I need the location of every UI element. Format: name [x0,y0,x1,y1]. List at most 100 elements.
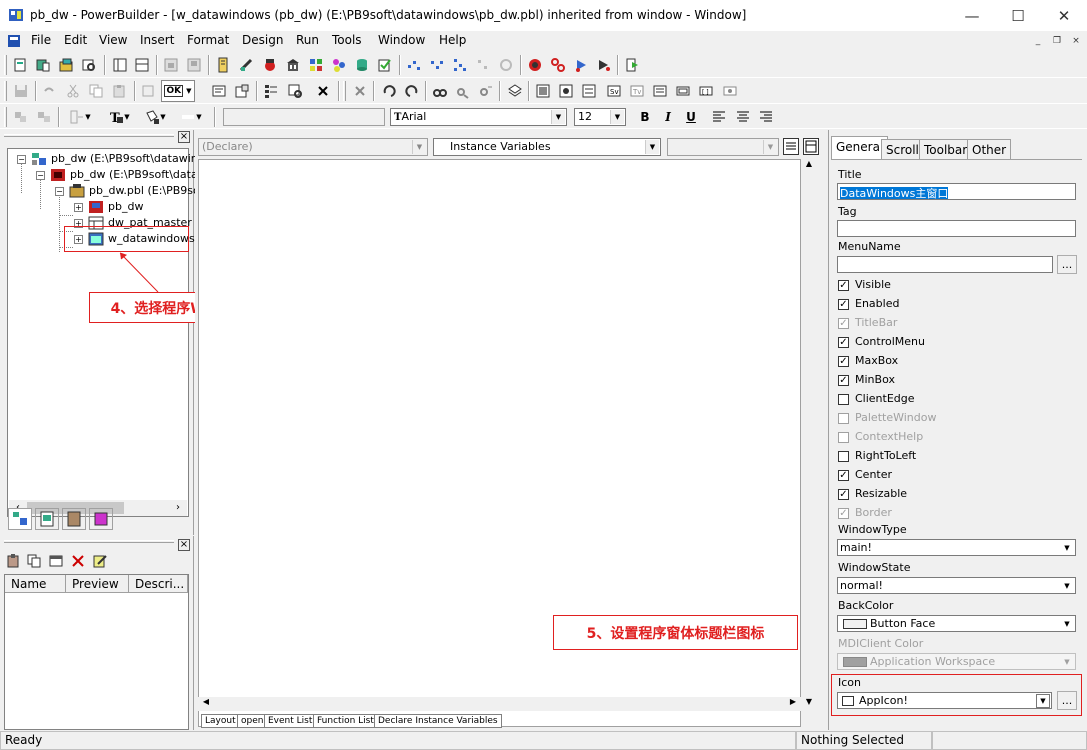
align-center-icon[interactable] [732,106,754,128]
browse-icon[interactable] [78,54,100,76]
database-icon[interactable] [351,54,373,76]
objects-icon[interactable] [305,54,327,76]
debug-icon[interactable] [259,54,281,76]
title-input[interactable]: DataWindows主窗口 [837,183,1076,200]
menuname-browse-button[interactable]: ... [1057,255,1077,274]
tab-toolbar[interactable]: Toolbar [919,139,973,160]
paste-icon[interactable] [108,80,130,102]
scroll-up-icon[interactable]: ▲ [801,159,817,173]
tab-declare-instance-variables[interactable]: Declare Instance Variables [374,714,502,728]
close-x-icon[interactable] [312,80,334,102]
run-icon[interactable] [570,54,592,76]
align-right-icon[interactable] [755,106,777,128]
tab-open[interactable]: open [237,714,268,728]
save-icon[interactable] [10,80,32,102]
backcolor-select[interactable]: Button Face ▼ [837,615,1076,632]
toolbar-grip[interactable] [4,55,7,75]
checkbox-center[interactable]: ✓ Center [838,468,958,484]
layout-icon[interactable] [109,54,131,76]
clip-edit-icon[interactable] [91,552,109,570]
tab-system-tree[interactable] [8,508,32,530]
clip-list[interactable]: Name Preview Descri... [4,574,189,730]
clip-delete-icon[interactable] [69,552,87,570]
checkbox-box[interactable] [838,451,849,462]
control-sle-icon[interactable] [672,80,694,102]
ancestor-combo[interactable]: ▼ [667,138,779,156]
checkbox-resizable[interactable]: ✓ Resizable [838,487,958,503]
menu-help[interactable]: Help [439,33,466,47]
checkbox-clientedge[interactable]: ClientEdge [838,392,958,408]
stop-deploy-icon[interactable] [472,54,494,76]
scroll-left-icon[interactable]: ◀ [199,697,213,711]
open-icon[interactable] [55,54,77,76]
column-header-description[interactable]: Descri... [129,575,188,593]
toolbar-grip[interactable] [343,81,346,101]
bold-button[interactable]: B [634,106,656,128]
powerbuilder-app-icon[interactable] [8,7,24,23]
run-window-icon[interactable] [593,54,615,76]
panel-icon[interactable] [131,54,153,76]
export-icon[interactable] [183,54,205,76]
checkbox-controlmenu[interactable]: ✓ ControlMenu [838,335,958,351]
column-header-name[interactable]: Name [5,575,66,593]
scroll-down-icon[interactable]: ▼ [801,697,817,711]
copy-icon[interactable] [85,80,107,102]
control-tv-icon[interactable]: Tv [626,80,648,102]
checkbox-box[interactable]: ✓ [838,489,849,500]
import-icon[interactable] [160,54,182,76]
checkbox-righttoleft[interactable]: RightToLeft [838,449,958,465]
panel-grip[interactable] [4,134,174,137]
editor-vertical-scrollbar[interactable]: ▲ ▼ [801,159,817,711]
control-em-icon[interactable]: [ ] [695,80,717,102]
chevron-down-icon[interactable]: ▼ [763,140,777,154]
clip-copy-icon[interactable] [25,552,43,570]
building-icon[interactable] [282,54,304,76]
menu-format[interactable]: Format [187,33,229,47]
size-dropdown[interactable]: ▼ [62,106,98,128]
checkbox-box[interactable] [838,394,849,405]
checkbox-box[interactable]: ✓ [838,280,849,291]
components-icon[interactable] [328,54,350,76]
pencil-icon[interactable] [235,54,257,76]
exit-icon[interactable] [621,54,643,76]
deploy-all-icon[interactable] [449,54,471,76]
checkbox-box[interactable]: ✓ [838,299,849,310]
menu-tools[interactable]: Tools [332,33,362,47]
checkbox-maxbox[interactable]: ✓ MaxBox [838,354,958,370]
close-button[interactable]: ✕ [1041,0,1087,31]
cut-icon[interactable] [62,80,84,102]
checkbox-box[interactable]: ✓ [838,375,849,386]
control-group-icon[interactable] [555,80,577,102]
system-tree[interactable]: − pb_dw (E:\PB9soft\datawindows − pb_dw … [7,148,226,517]
column-header-preview[interactable]: Preview [66,575,129,593]
script-icon[interactable] [208,80,230,102]
menu-insert[interactable]: Insert [140,33,174,47]
menu-design[interactable]: Design [242,33,283,47]
select-icon[interactable] [547,54,569,76]
undo-icon[interactable] [38,80,60,102]
background-color-dropdown[interactable]: ▼ [140,106,170,128]
tree-expander[interactable]: + [74,203,83,212]
clip-paste-icon[interactable] [4,552,22,570]
align-icon[interactable] [10,106,32,128]
ok-dropdown[interactable]: OK ▼ [161,80,195,102]
chevron-down-icon[interactable]: ▼ [1036,694,1050,708]
redo-arrow-icon[interactable] [401,80,423,102]
delete-icon[interactable] [349,80,371,102]
text-style-dropdown[interactable]: T ▼ [104,106,134,128]
chevron-down-icon[interactable]: ▼ [1060,541,1074,555]
chevron-down-icon[interactable]: ▼ [551,110,565,124]
menu-window[interactable]: Window [378,33,425,47]
edit-check-icon[interactable] [374,54,396,76]
tab-other[interactable]: Other [967,139,1012,160]
menuname-input[interactable] [837,256,1053,273]
tree-expander[interactable]: − [17,155,26,164]
control-list-icon[interactable] [578,80,600,102]
scroll-right-icon[interactable]: › [171,500,185,516]
panel-close-button[interactable]: × [178,131,190,143]
windowstate-select[interactable]: normal! ▼ [837,577,1076,594]
menu-view[interactable]: View [99,33,127,47]
checkbox-box[interactable]: ✓ [838,356,849,367]
checkbox-box[interactable]: ✓ [838,337,849,348]
tab-function-list[interactable]: Function List [313,714,378,728]
